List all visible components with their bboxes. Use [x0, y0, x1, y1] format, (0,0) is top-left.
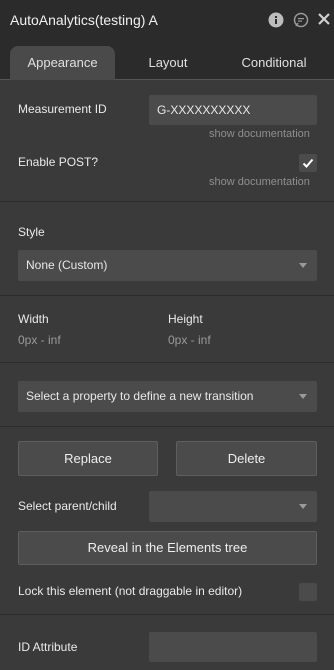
id-attribute-label: ID Attribute: [18, 640, 78, 654]
id-attribute-input[interactable]: [149, 632, 317, 662]
height-label: Height: [168, 312, 203, 326]
tab-layout[interactable]: Layout: [122, 46, 214, 80]
replace-button[interactable]: Replace: [18, 441, 158, 476]
divider: [0, 295, 334, 296]
checkmark-icon: [302, 158, 314, 168]
close-icon[interactable]: [317, 12, 333, 28]
info-icon[interactable]: [268, 12, 284, 28]
transition-placeholder: Select a property to define a new transi…: [26, 389, 254, 403]
style-dropdown[interactable]: None (Custom): [18, 250, 317, 281]
delete-button[interactable]: Delete: [176, 441, 317, 476]
reveal-in-tree-button[interactable]: Reveal in the Elements tree: [18, 531, 317, 565]
width-value: 0px - inf: [18, 333, 61, 347]
panel-title: AutoAnalytics(testing) A: [10, 12, 158, 28]
post-doc-link[interactable]: show documentation: [209, 176, 310, 188]
style-label: Style: [18, 225, 45, 239]
chevron-down-icon: [299, 504, 307, 509]
divider: [0, 362, 334, 363]
measurement-id-label: Measurement ID: [18, 102, 107, 116]
chevron-down-icon: [299, 394, 307, 399]
panel-header: AutoAnalytics(testing) A: [0, 0, 334, 40]
measurement-doc-link[interactable]: show documentation: [209, 128, 310, 140]
divider: [0, 426, 334, 427]
lock-element-label: Lock this element (not draggable in edit…: [18, 584, 243, 598]
property-tabs: Appearance Layout Conditional: [0, 40, 334, 80]
transition-dropdown[interactable]: Select a property to define a new transi…: [18, 381, 317, 412]
parent-child-dropdown[interactable]: [149, 491, 317, 522]
width-label: Width: [18, 312, 49, 326]
height-value: 0px - inf: [168, 333, 211, 347]
tab-appearance[interactable]: Appearance: [10, 46, 115, 80]
parent-child-label: Select parent/child: [18, 499, 117, 513]
style-selected-value: None (Custom): [26, 258, 108, 272]
divider: [0, 614, 334, 615]
enable-post-label: Enable POST?: [18, 155, 99, 169]
chevron-down-icon: [299, 263, 307, 268]
measurement-id-input[interactable]: G-XXXXXXXXXX: [149, 95, 317, 125]
enable-post-checkbox[interactable]: [299, 154, 317, 172]
tab-conditional[interactable]: Conditional: [222, 46, 326, 80]
comment-icon[interactable]: [293, 12, 309, 28]
lock-element-checkbox[interactable]: [299, 583, 317, 601]
divider: [0, 201, 334, 202]
